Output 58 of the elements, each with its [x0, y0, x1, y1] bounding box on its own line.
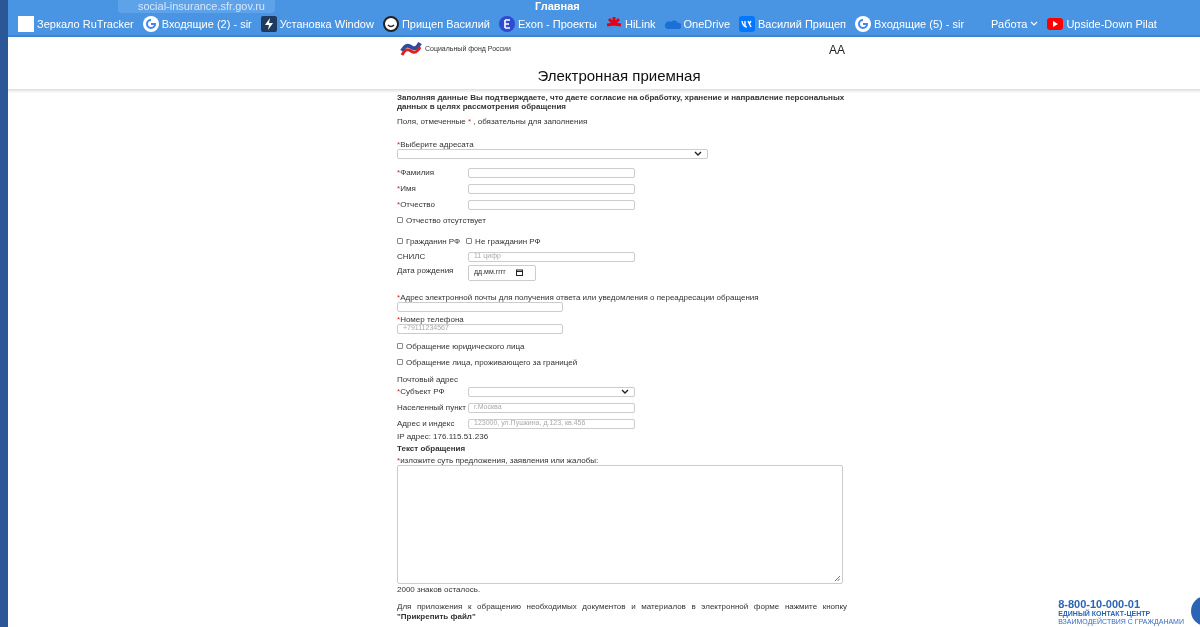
- field-label: Дата рождения: [397, 264, 455, 277]
- form-text: 2000 знаков осталось.: [397, 584, 482, 594]
- form-text: Для приложения к обращению необходимых документов и материалов в электронной форме нажмите кнопку "Прикрепить файл": [397, 601, 847, 622]
- letter-circle-icon: [498, 16, 515, 32]
- calendar-icon: [515, 269, 523, 276]
- address-bar[interactable]: social-insurance.sfr.gov.ru: [118, 0, 275, 13]
- chevron-down-icon: [621, 388, 629, 395]
- field-label: *Субъект РФ: [397, 385, 446, 398]
- bookmark[interactable]: Прищеп Василий: [382, 15, 490, 33]
- bookmark[interactable]: Входящие (5) - sir: [855, 15, 965, 33]
- form-text: Текст обращения: [397, 443, 467, 453]
- resize-handle-icon: [834, 574, 840, 581]
- bookmark[interactable]: Василий Прищеп: [739, 15, 847, 33]
- play-icon: [1047, 16, 1064, 32]
- field-label: *изложите суть предложения, заявления или жалобы:: [397, 455, 599, 465]
- chevron-down-icon: [694, 150, 702, 157]
- input-field[interactable]: [468, 183, 635, 194]
- select-field[interactable]: [397, 148, 708, 159]
- caret-icon: [1030, 21, 1039, 27]
- bookmark[interactable]: Exon - Проекты: [498, 15, 597, 33]
- input-field[interactable]: [397, 301, 563, 312]
- checkbox[interactable]: Отчество отсутствует: [397, 215, 847, 225]
- field-label: *Отчество: [397, 198, 436, 211]
- form-text: Почтовый адрес: [397, 374, 459, 384]
- bookmark[interactable]: Входящие (2) - sir: [142, 15, 252, 33]
- checkbox[interactable]: Обращение лица, проживающего за границей: [397, 357, 847, 367]
- text-area[interactable]: [397, 464, 843, 584]
- font-size-toggle[interactable]: АА: [829, 41, 845, 59]
- input-field[interactable]: [468, 167, 635, 178]
- logo-icon: [400, 41, 422, 57]
- bookmark[interactable]: HiLink: [605, 15, 656, 33]
- checkbox[interactable]: Не гражданин РФ: [466, 236, 541, 246]
- input-field[interactable]: [468, 199, 635, 210]
- form-text: Заполняя данные Вы подтверждаете, что даете согласие на обработку, хранение и направление персональных данных в целях рассмотрения обращения: [397, 92, 846, 111]
- page-title: Главная: [534, 0, 580, 13]
- field-label: *Имя: [397, 182, 417, 195]
- field-label: Адрес и индекс: [397, 417, 456, 430]
- bookmark[interactable]: Зеркало RuTracker: [18, 15, 134, 33]
- bookmark[interactable]: OneDrive: [664, 15, 730, 33]
- field-label: Населенный пункт: [397, 401, 467, 414]
- page-heading: Электронная приемная: [536, 66, 702, 86]
- checkbox[interactable]: Гражданин РФ: [397, 236, 461, 246]
- lightning-icon: [260, 16, 277, 32]
- field-label: *Адрес электронной почты для получения ответа или уведомления о переадресации обращения: [397, 292, 759, 302]
- form-text: IP адрес: 176.115.51.236: [397, 431, 490, 441]
- select-field[interactable]: [468, 386, 635, 397]
- form-text: Поля, отмеченные * , обязательны для заполнения: [397, 115, 589, 128]
- field-label: *Номер телефона: [397, 314, 464, 324]
- bookmark[interactable]: Работа: [991, 15, 1039, 33]
- field-label: *Выберите адресата: [397, 139, 474, 149]
- checkbox[interactable]: Обращение юридического лица: [397, 341, 847, 351]
- blank-page-icon: [18, 16, 34, 32]
- bookmark[interactable]: Установка Window: [260, 15, 374, 33]
- bookmark[interactable]: Upside-Down Pilat: [1047, 15, 1157, 33]
- field-label: *Фамилия: [397, 166, 436, 179]
- phone-number: 8-800-10-000-01: [1058, 598, 1141, 610]
- field-label: СНИЛС: [397, 250, 427, 263]
- smiley-icon: [382, 16, 399, 32]
